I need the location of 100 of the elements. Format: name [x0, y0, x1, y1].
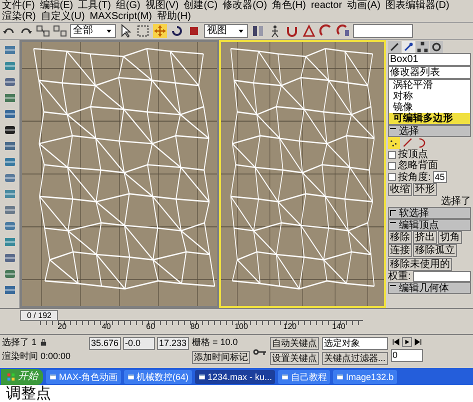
set-key-button[interactable]: 设置关键点 [270, 352, 319, 365]
unlink-icon[interactable] [53, 24, 67, 38]
panel-button[interactable]: 切角 [438, 231, 462, 244]
edge-icon[interactable] [402, 137, 414, 149]
add-time-tag-button[interactable]: 添加时间标记 [192, 351, 250, 364]
angle-field[interactable]: 45 [432, 171, 447, 183]
rollout-title: 编辑顶点 [399, 220, 439, 230]
rotate-icon[interactable] [170, 24, 184, 38]
menu-item[interactable]: MAXScript(M) [90, 11, 152, 22]
menu-item[interactable]: 自定义(U) [40, 11, 85, 22]
coordinate-field[interactable]: 17.233 [157, 337, 189, 350]
menu-item[interactable]: reactor [310, 0, 342, 11]
start-button[interactable]: 开始 [1, 368, 43, 384]
window-icon [198, 372, 206, 380]
go-to-end-icon[interactable] [412, 337, 423, 347]
key-target-dropdown[interactable]: 选定对象 [322, 337, 388, 350]
select-arrow-icon[interactable] [119, 24, 133, 38]
rollout-header[interactable]: 选择 [388, 125, 471, 137]
windows-flag-icon [6, 372, 16, 382]
field-label: 权重: [388, 271, 411, 282]
render-time-text: 渲染时间 0:00:00 [2, 351, 72, 362]
mirror-icon[interactable] [251, 24, 265, 38]
rollout-title: 编辑几何体 [399, 282, 449, 294]
panel-button[interactable]: 连接 [388, 244, 412, 257]
modifier-stack-item[interactable]: 对称 [389, 91, 470, 102]
taskbar-button[interactable]: Image132.b [333, 370, 397, 384]
rollout-title: 软选择 [399, 208, 429, 218]
panel-button[interactable]: 环形 [413, 183, 437, 196]
tick-label: 140 [332, 321, 346, 333]
hierarchy-tab-icon[interactable] [416, 41, 429, 53]
tick-label: 40 [102, 321, 111, 333]
modifier-stack-item[interactable]: 可编辑多边形 [389, 113, 470, 124]
coordinate-field[interactable]: 35.676 [89, 337, 121, 350]
weight-field[interactable] [412, 271, 471, 282]
vertex-icon[interactable] [388, 137, 400, 149]
checkbox-label: 忽略背面 [398, 160, 438, 171]
tick-label: 20 [58, 321, 67, 333]
menu-item[interactable]: 视图(V) [145, 0, 179, 11]
panel-button[interactable]: 挤出 [413, 231, 437, 244]
auto-key-button[interactable]: 自动关键点 [270, 337, 319, 350]
rollout-header[interactable]: 编辑几何体 [388, 282, 471, 294]
object-name-field[interactable]: Box01 [388, 53, 471, 66]
checkbox[interactable] [388, 173, 396, 181]
menu-item[interactable]: 工具(T) [78, 0, 111, 11]
taskbar-button[interactable]: 1234.max - ku... [194, 370, 276, 384]
menu-item[interactable]: 角色(H) [272, 0, 306, 11]
go-to-start-icon[interactable] [390, 337, 401, 347]
taskbar-button[interactable]: 机械数控(64) [124, 370, 192, 384]
window-icon [281, 372, 290, 380]
menu-item[interactable]: 帮助(H) [157, 11, 191, 22]
taskbar-button[interactable]: MAX-角色动画 [46, 370, 120, 384]
tick-label: 80 [190, 321, 200, 333]
magnet-icon[interactable] [285, 24, 299, 38]
checkbox-label: 按顶点 [398, 149, 428, 160]
rollout-header[interactable]: 软选择 [388, 207, 471, 219]
scale-icon[interactable] [187, 24, 201, 38]
modify-tab-icon[interactable] [402, 41, 415, 53]
menu-item[interactable]: 渲染(R) [2, 11, 36, 22]
menu-item[interactable]: 修改器(O) [222, 0, 268, 11]
dropdown-arrow-icon [105, 27, 113, 35]
menu-item[interactable]: 编辑(E) [40, 0, 74, 11]
checkbox[interactable] [388, 162, 396, 170]
lock-icon[interactable] [38, 338, 48, 347]
menu-item[interactable]: 组(G) [116, 0, 140, 11]
checkbox[interactable] [388, 150, 396, 158]
play-icon[interactable] [402, 337, 412, 347]
tick-label: 120 [283, 321, 297, 333]
grid-size-text: 栅格 = 10.0 [192, 337, 239, 348]
create-tab-icon[interactable] [388, 41, 401, 53]
panel-button[interactable]: 移除 [388, 231, 412, 244]
tool-icon[interactable] [2, 123, 16, 137]
frame-field[interactable]: 0 [390, 349, 423, 362]
selection-filter-dropdown[interactable]: 全部 [70, 24, 116, 38]
link-icon[interactable] [36, 24, 50, 38]
window-icon [49, 372, 57, 380]
selection-count-text: 选择了 1 [2, 337, 37, 348]
modifier-stack-item[interactable]: 镜像 [389, 102, 470, 113]
taskbar-button[interactable]: 自己教程 [278, 370, 330, 384]
panel-button[interactable]: 移除未使用的 [388, 258, 452, 271]
angle-snap-icon[interactable] [302, 24, 316, 38]
modifier-list-dropdown[interactable]: 修改器列表 [388, 66, 471, 79]
rectangle-select-icon[interactable] [136, 24, 150, 38]
window-icon [336, 372, 344, 380]
menu-item[interactable]: 图表编辑器(D) [385, 0, 450, 11]
time-slider[interactable]: 0 / 192 [20, 310, 58, 321]
key-filters-button[interactable]: 关键点过滤器... [322, 352, 388, 365]
menu-item[interactable]: 动画(A) [347, 0, 380, 11]
caption-text: 调整点 [5, 385, 52, 402]
coordinate-field[interactable]: -0.0 [123, 337, 155, 350]
panel-button[interactable]: 移除孤立 [413, 244, 457, 257]
reference-coordinate-dropdown[interactable]: 视图 [204, 24, 248, 38]
percent-snap-icon[interactable] [319, 24, 333, 38]
motion-tab-icon[interactable] [430, 41, 443, 53]
modifier-stack-item[interactable]: 涡轮平滑 [389, 80, 470, 91]
spinner-snap-icon[interactable] [336, 24, 350, 38]
menu-item[interactable]: 创建(C) [184, 0, 218, 11]
window-icon [126, 372, 134, 380]
rollout-header[interactable]: 编辑顶点 [388, 219, 471, 231]
panel-button[interactable]: 收缩 [388, 183, 412, 196]
named-selection-field[interactable] [353, 24, 413, 38]
